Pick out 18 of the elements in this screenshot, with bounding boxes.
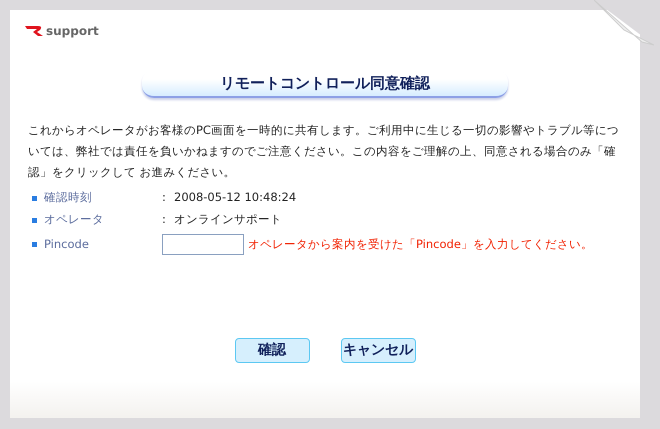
field-label: Pincode <box>44 236 90 253</box>
separator: : <box>162 211 167 228</box>
logo-icon <box>25 25 45 37</box>
field-value: 2008-05-12 10:48:24 <box>174 189 296 206</box>
confirm-button[interactable]: 確認 <box>234 338 310 363</box>
cancel-button[interactable]: キャンセル <box>340 338 416 363</box>
field-value: オンラインサポート <box>174 211 282 228</box>
bullet-icon <box>32 196 37 200</box>
separator: : <box>162 189 167 206</box>
page-title: リモートコントロール同意確認 <box>142 70 508 98</box>
bullet-icon <box>32 218 37 222</box>
bullet-icon <box>32 242 37 247</box>
field-label: 確認時刻 <box>44 189 93 206</box>
notice-text: これからオペレータがお客様のPC画面を一時的に共有します。ご利用中に生じる一切の影響やトラブル等については、弊社では責任を負いかねますのでご注意ください。この内容をご理解の上、同意される場合のみ「確認」をクリックして お進みください。 <box>28 122 620 181</box>
field-label: オペレータ <box>44 211 105 228</box>
pincode-field[interactable] <box>162 234 244 255</box>
pincode-hint: オペレータから案内を受けた「Pincode」を入力してください。 <box>248 236 593 253</box>
logo-text: support <box>46 23 99 40</box>
